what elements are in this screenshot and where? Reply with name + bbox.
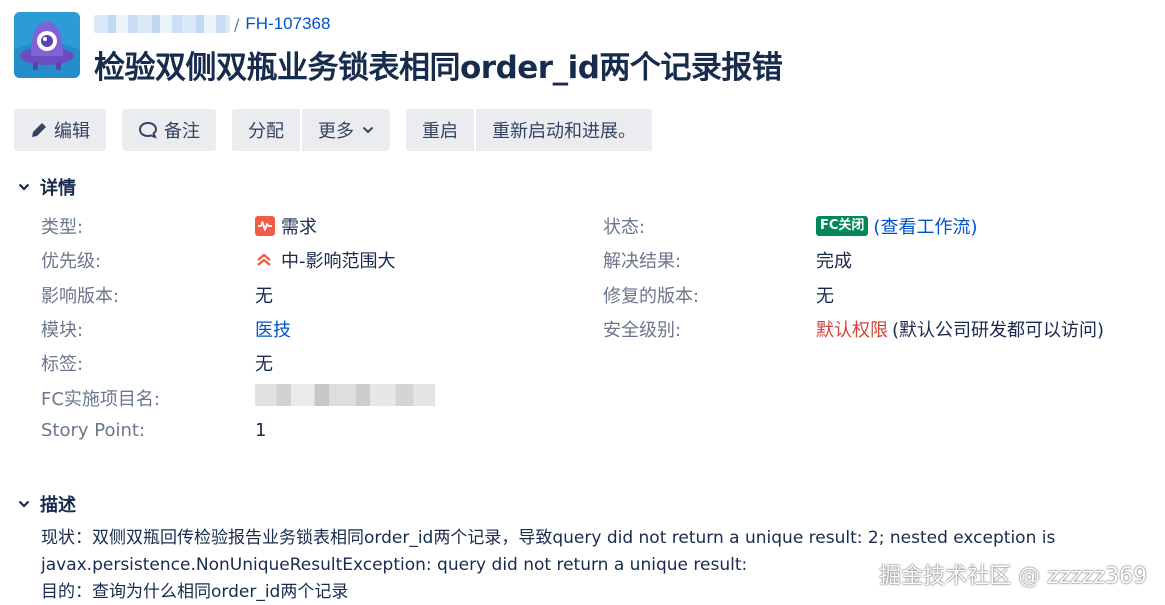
affects-version-label: 影响版本: [41,286,120,307]
affects-version-value: 无 [255,286,273,307]
type-text: 需求 [281,217,317,238]
labels-label: 标签: [41,354,84,375]
issue-key-link[interactable]: FH-107368 [245,14,330,34]
requirement-icon [255,216,275,236]
chevron-down-icon [362,126,374,134]
security-level-value: 默认权限 (默认公司研发都可以访问) [816,316,1104,342]
priority-label: 优先级: [41,251,102,272]
more-label: 更多 [318,121,354,142]
description-section-header[interactable]: 描述 [14,491,76,517]
fc-project-value-blurred [255,384,435,406]
labels-value: 无 [255,354,273,375]
story-point-label: Story Point: [41,420,146,441]
details-section-header[interactable]: 详情 [14,174,76,200]
status-value: FC关闭 (查看工作流) [816,213,977,239]
alien-project-icon [14,12,80,78]
component-link[interactable]: 医技 [255,316,291,342]
edit-label: 编辑 [54,121,90,142]
details-title: 详情 [40,178,76,199]
comment-icon [138,121,158,139]
pencil-icon [30,121,48,139]
status-label: 状态: [603,217,646,238]
issue-header: / FH-107368 检验双侧双瓶业务锁表相同order_id两个记录报错 [14,10,1154,90]
issue-title: 检验双侧双瓶业务锁表相同order_id两个记录报错 [94,50,783,86]
more-button[interactable]: 更多 [302,109,390,151]
assign-button[interactable]: 分配 [232,109,300,151]
priority-value: 中-影响范围大 [255,247,396,273]
comment-label: 备注 [164,121,200,142]
story-point-value: 1 [255,420,267,441]
project-avatar[interactable] [14,12,80,78]
resolution-label: 解决结果: [603,251,682,272]
security-level-name: 默认权限 [816,320,888,341]
redacted-value [255,384,435,406]
chevron-down-icon [14,500,34,508]
project-name-blurred[interactable] [94,15,230,33]
description-title: 描述 [40,495,76,516]
breadcrumb-separator: / [234,14,240,34]
restart-progress-button[interactable]: 重新启动和进展。 [476,109,652,151]
assign-more-group: 分配 更多 [232,109,390,151]
type-label: 类型: [41,217,84,238]
watermark: 掘金技术社区 @ zzzzz369 [879,564,1147,589]
issue-toolbar: 编辑 备注 分配 更多 重启 重新启动和进展。 [14,109,652,151]
fc-project-label: FC实施项目名: [41,389,160,410]
status-lozenge: FC关闭 [816,216,869,236]
priority-text: 中-影响范围大 [281,251,396,272]
component-label: 模块: [41,320,84,341]
fix-version-value: 无 [816,286,834,307]
resolution-value: 完成 [816,251,852,272]
fix-version-label: 修复的版本: [603,286,700,307]
reopen-button[interactable]: 重启 [406,109,474,151]
view-workflow-link[interactable]: (查看工作流) [873,213,977,239]
security-level-label: 安全级别: [603,320,682,341]
chevron-down-icon [14,183,34,191]
description-line: 现状：双侧双瓶回传检验报告业务锁表相同order_id两个记录，导致query … [41,528,1056,548]
priority-major-icon [255,252,273,268]
type-value: 需求 [255,213,317,239]
workflow-group: 重启 重新启动和进展。 [406,109,652,151]
edit-button[interactable]: 编辑 [14,109,106,151]
breadcrumb: / FH-107368 [94,13,330,35]
comment-button[interactable]: 备注 [122,109,216,151]
security-level-desc: (默认公司研发都可以访问) [892,320,1105,341]
